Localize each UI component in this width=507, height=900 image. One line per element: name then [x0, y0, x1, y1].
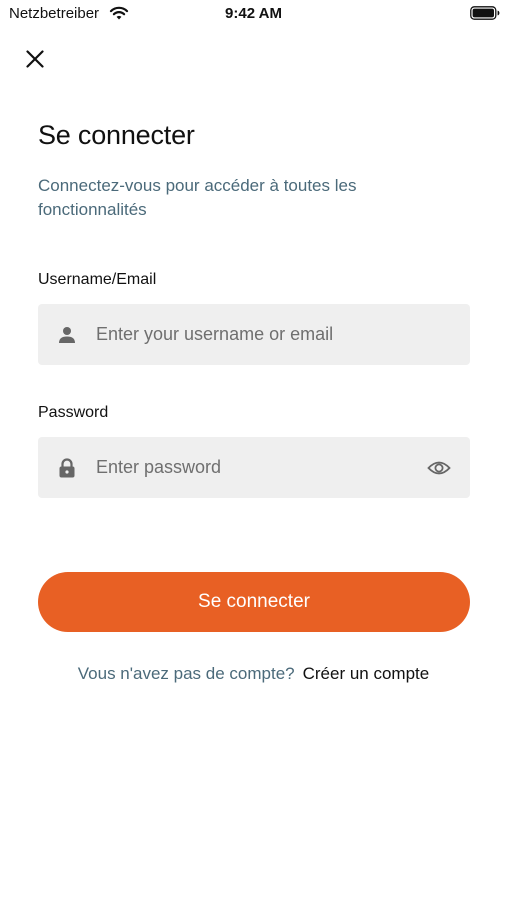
- lock-icon: [57, 457, 77, 478]
- signup-prompt: Vous n'avez pas de compte?: [77, 664, 295, 683]
- page-subtitle: Connectez-vous pour accéder à toutes les…: [38, 176, 357, 219]
- eye-icon[interactable]: [426, 458, 452, 478]
- close-icon: [26, 49, 44, 73]
- page-title: Se connecter: [38, 120, 195, 150]
- status-time: 9:42 AM: [225, 5, 282, 22]
- password-input[interactable]: [96, 437, 426, 498]
- status-bar: Netzbetreiber 9:42 AM: [0, 0, 507, 28]
- create-account-link[interactable]: Créer un compte: [303, 664, 430, 683]
- signup-row: Vous n'avez pas de compte? Créer un compt…: [0, 664, 507, 684]
- password-field[interactable]: [38, 437, 470, 498]
- battery-icon: [470, 6, 500, 20]
- username-field[interactable]: [38, 304, 470, 365]
- password-label: Password: [38, 404, 109, 421]
- login-button[interactable]: Se connecter: [38, 572, 470, 632]
- close-button[interactable]: [20, 46, 50, 76]
- username-label: Username/Email: [38, 271, 157, 288]
- user-icon: [57, 325, 77, 345]
- username-input[interactable]: [96, 304, 470, 365]
